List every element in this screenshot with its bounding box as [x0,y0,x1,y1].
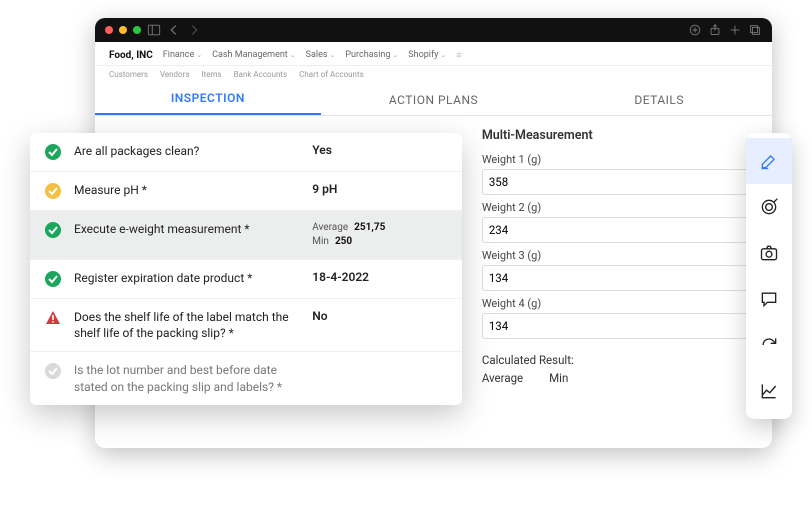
check-amber-icon [44,182,62,200]
calc-col-min: Min [549,371,568,385]
inspection-row[interactable]: Is the lot number and best before date s… [30,352,462,404]
inspection-question: Measure pH * [74,182,300,198]
tab-action-plans[interactable]: ACTION PLANS [321,93,547,115]
maximize-dot[interactable] [133,26,141,34]
menu-shopify[interactable]: Shopify⌄ [408,50,446,60]
share-icon[interactable] [708,23,722,37]
top-menu: Food, INC Finance⌄ Cash Management⌄ Sale… [95,42,772,66]
back-icon[interactable] [167,23,181,37]
brand-name: Food, INC [109,50,153,61]
tabs: INSPECTION ACTION PLANS DETAILS [95,82,772,116]
download-icon[interactable] [688,23,702,37]
inspection-row[interactable]: Does the shelf life of the label match t… [30,299,462,352]
inspection-answer: Average251,75 Min250 [312,221,448,249]
weight-3-input[interactable] [482,265,758,291]
inspection-question: Does the shelf life of the label match t… [74,309,300,341]
calc-col-avg: Average [482,371,523,385]
menu-finance[interactable]: Finance⌄ [163,50,202,60]
weight-1-label: Weight 1 (g) [482,153,758,166]
weight-1-input[interactable] [482,169,758,195]
inspection-question: Are all packages clean? [74,143,300,159]
submenu-bank[interactable]: Bank Accounts [234,70,288,79]
menu-sales[interactable]: Sales⌄ [306,50,336,60]
check-grey-icon [44,362,62,380]
plus-icon[interactable] [728,23,742,37]
window-titlebar [95,18,772,42]
weight-3-label: Weight 3 (g) [482,249,758,262]
inspection-answer: Yes [312,143,448,157]
inspection-answer: 9 pH [312,182,448,196]
side-toolbar [746,133,792,419]
weight-4-input[interactable] [482,313,758,339]
edit-icon[interactable] [746,138,792,184]
weight-2-input[interactable] [482,217,758,243]
submenu-vendors[interactable]: Vendors [160,70,190,79]
close-dot[interactable] [105,26,113,34]
inspection-row[interactable]: Register expiration date product * 18-4-… [30,260,462,299]
inspection-question: Is the lot number and best before date s… [74,362,300,394]
submenu-customers[interactable]: Customers [109,70,148,79]
tab-details[interactable]: DETAILS [546,93,772,115]
inspection-answer: 18-4-2022 [312,270,448,284]
comment-icon[interactable] [746,276,792,322]
weight-2-label: Weight 2 (g) [482,201,758,214]
inspection-answer: No [312,309,448,323]
inspection-row[interactable]: Execute e-weight measurement * Average25… [30,211,462,260]
inspection-row[interactable]: Measure pH * 9 pH [30,172,462,211]
sidebar-toggle-icon[interactable] [147,23,161,37]
menu-more-icon[interactable]: ≡ [456,50,461,61]
inspection-question: Register expiration date product * [74,270,300,286]
minimize-dot[interactable] [119,26,127,34]
check-green-icon [44,221,62,239]
measurement-panel: Multi-Measurement Weight 1 (g) Weight 2 … [468,116,772,448]
camera-icon[interactable] [746,230,792,276]
menu-purchasing[interactable]: Purchasing⌄ [345,50,398,60]
inspection-question: Execute e-weight measurement * [74,221,300,237]
inspection-card: Are all packages clean? Yes Measure pH *… [30,133,462,405]
check-green-icon [44,143,62,161]
chart-icon[interactable] [746,368,792,414]
measurement-title: Multi-Measurement [482,128,758,143]
target-icon[interactable] [746,184,792,230]
weight-4-label: Weight 4 (g) [482,297,758,310]
submenu-coa[interactable]: Chart of Accounts [299,70,364,79]
tab-inspection[interactable]: INSPECTION [95,91,321,115]
calc-title: Calculated Result: [482,353,758,367]
redo-icon[interactable] [746,322,792,368]
inspection-row[interactable]: Are all packages clean? Yes [30,133,462,172]
submenu-items[interactable]: Items [201,70,221,79]
forward-icon[interactable] [187,23,201,37]
warn-red-icon [44,309,62,327]
check-green-icon [44,270,62,288]
calculated-result: Calculated Result: Average Min [482,353,758,385]
menu-cash[interactable]: Cash Management⌄ [212,50,296,60]
sub-menu: Customers Vendors Items Bank Accounts Ch… [95,66,772,82]
tabs-icon[interactable] [748,23,762,37]
